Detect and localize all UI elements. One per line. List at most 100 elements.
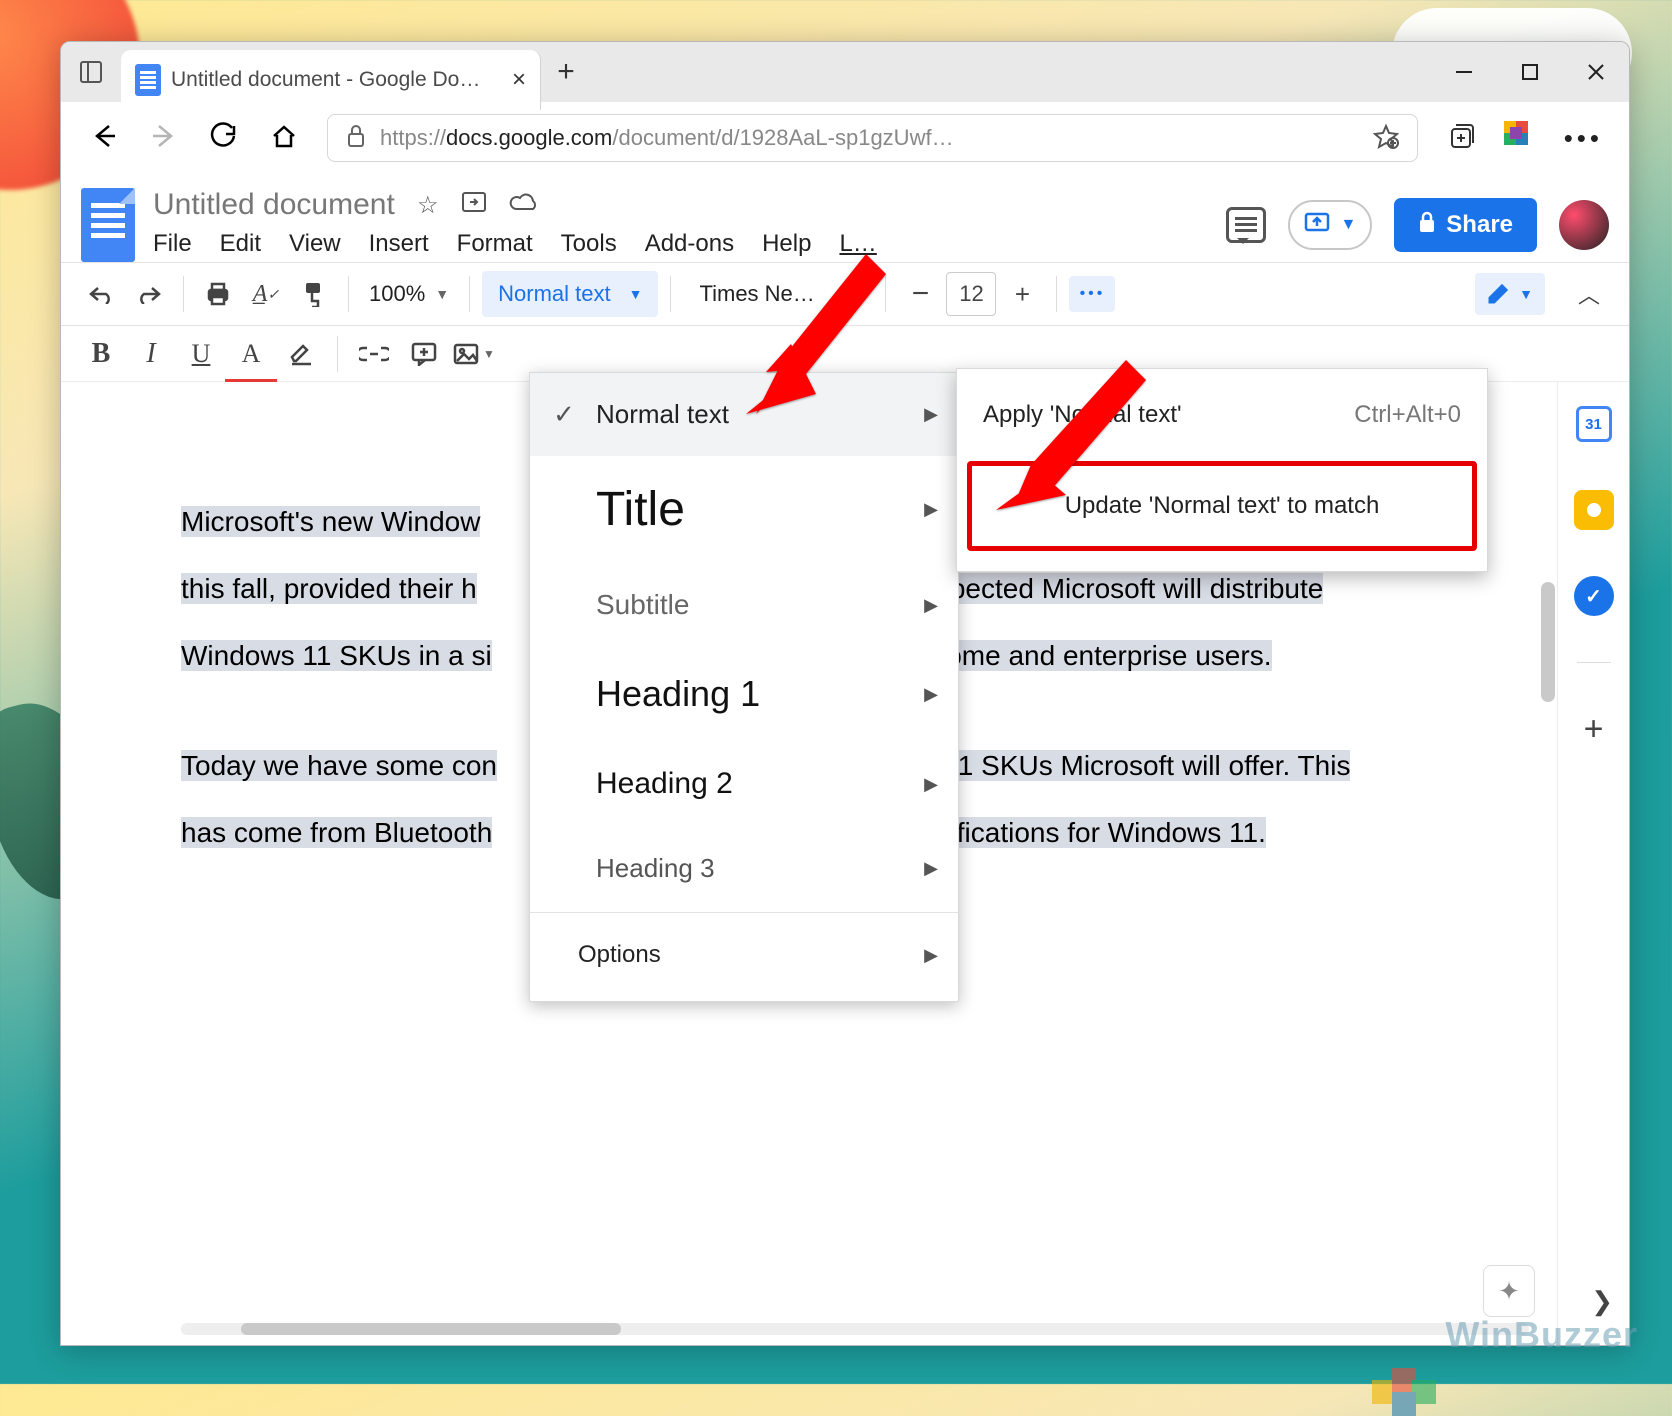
explore-button[interactable]: ✦ [1483,1265,1535,1317]
chevron-right-icon: ▶ [924,595,938,616]
lock-icon [346,124,366,153]
maximize-button[interactable] [1497,42,1563,102]
chevron-right-icon: ▶ [924,774,938,795]
watermark-text: WinBuzzer [1445,1314,1638,1356]
share-label: Share [1446,211,1513,239]
document-area: Microsoft's new Window ew and launching … [61,382,1629,1345]
caret-down-icon: ▼ [629,286,643,302]
chevron-right-icon: ▶ [924,945,938,966]
tab-title: Untitled document - Google Doc… [171,68,481,92]
italic-button[interactable]: I [129,332,173,376]
menu-view[interactable]: View [289,230,341,258]
calendar-icon[interactable]: 31 [1574,404,1614,444]
menu-edit[interactable]: Edit [220,230,261,258]
favorite-button[interactable] [1373,123,1399,154]
highlight-button[interactable] [279,332,323,376]
tab-close-button[interactable]: × [512,66,526,94]
bold-button[interactable]: B [79,332,123,376]
account-avatar[interactable] [1559,200,1609,250]
caret-down-icon: ▼ [435,286,449,302]
new-tab-button[interactable]: + [541,42,591,102]
present-button[interactable]: ▼ [1288,200,1372,250]
add-comment-button[interactable] [402,332,446,376]
vertical-scrollbar[interactable] [1541,582,1555,702]
tab-actions-icon[interactable] [61,42,121,102]
cloud-status-icon[interactable] [508,191,534,220]
move-button[interactable] [461,191,487,220]
caret-down-icon: ▼ [1340,216,1356,234]
horizontal-scrollbar[interactable] [181,1323,1529,1335]
spellcheck-button[interactable]: A̲✓ [244,272,288,316]
keep-icon[interactable] [1574,490,1614,530]
side-panel-toggle[interactable]: ❯ [1591,1286,1613,1317]
menu-tools[interactable]: Tools [561,230,617,258]
url-input[interactable]: https://docs.google.com/document/d/1928A… [327,114,1418,162]
toolbar-more-button[interactable]: ••• [1069,276,1115,312]
shortcut-label: Ctrl+Alt+0 [1354,401,1461,429]
check-icon: ✓ [550,399,578,430]
menu-format[interactable]: Format [457,230,533,258]
star-button[interactable]: ☆ [415,191,441,220]
url-text: https://docs.google.com/document/d/1928A… [380,125,1359,151]
present-icon [1304,211,1330,239]
lock-icon [1418,211,1436,240]
browser-window: Untitled document - Google Doc… × + http… [60,41,1630,1346]
menu-addons[interactable]: Add-ons [645,230,734,258]
style-dropdown: ✓ Normal text ▶ Title ▶ Subtitle ▶ Headi… [529,372,959,1002]
docs-logo-icon[interactable] [81,188,135,262]
caret-down-icon: ▼ [1519,286,1533,302]
collapse-toolbar-button[interactable]: ︿ [1567,272,1611,316]
address-bar: https://docs.google.com/document/d/1928A… [61,102,1629,174]
browser-menu-button[interactable]: ••• [1564,123,1603,154]
browser-tab[interactable]: Untitled document - Google Doc… × [121,50,541,110]
redo-button[interactable] [127,272,171,316]
font-decrease-button[interactable]: − [898,272,942,316]
zoom-select[interactable]: 100% ▼ [361,281,457,307]
dd-normal-text[interactable]: ✓ Normal text ▶ [530,373,958,456]
add-addon-button[interactable]: + [1574,709,1614,749]
forward-button [147,121,181,156]
dd-heading-2[interactable]: Heading 2 ▶ [530,741,958,827]
chevron-right-icon: ▶ [924,858,938,879]
annotation-arrow-icon [996,360,1146,515]
tasks-icon[interactable] [1574,576,1614,616]
menu-insert[interactable]: Insert [369,230,429,258]
menu-file[interactable]: File [153,230,192,258]
titlebar: Untitled document - Google Doc… × + [61,42,1629,102]
extension-icon[interactable] [1504,121,1538,155]
home-button[interactable] [267,122,301,155]
collections-button[interactable] [1444,122,1478,155]
chevron-right-icon: ▶ [924,499,938,520]
font-size-input[interactable]: 12 [946,272,996,316]
text-selection: Microsoft's new Window [181,506,480,537]
undo-button[interactable] [79,272,123,316]
menu-bar: File Edit View Insert Format Tools Add-o… [153,230,1208,258]
chevron-right-icon: ▶ [924,404,938,425]
dd-title[interactable]: Title ▶ [530,456,958,563]
insert-image-button[interactable]: ▼ [452,332,496,376]
back-button[interactable] [87,121,121,156]
docs-favicon-icon [135,64,161,96]
chevron-right-icon: ▶ [924,684,938,705]
text-color-button[interactable]: A [229,332,273,376]
side-panel: 31 + [1557,382,1629,1345]
share-button[interactable]: Share [1394,198,1537,252]
dd-heading-1[interactable]: Heading 1 ▶ [530,647,958,741]
minimize-button[interactable] [1431,42,1497,102]
dd-subtitle[interactable]: Subtitle ▶ [530,563,958,647]
insert-link-button[interactable] [352,332,396,376]
underline-button[interactable]: U [179,332,223,376]
document-title[interactable]: Untitled document [153,188,395,222]
zoom-value: 100% [369,281,425,307]
comments-button[interactable] [1226,207,1266,243]
paragraph-style-select[interactable]: Normal text ▼ [482,271,658,317]
editing-mode-button[interactable]: ▼ [1475,273,1545,315]
paint-format-button[interactable] [292,272,336,316]
dd-heading-3[interactable]: Heading 3 ▶ [530,827,958,910]
dd-options[interactable]: Options ▶ [530,915,958,995]
refresh-button[interactable] [207,122,241,155]
print-button[interactable] [196,272,240,316]
font-increase-button[interactable]: + [1000,272,1044,316]
style-value: Normal text [498,281,610,307]
close-window-button[interactable] [1563,42,1629,102]
